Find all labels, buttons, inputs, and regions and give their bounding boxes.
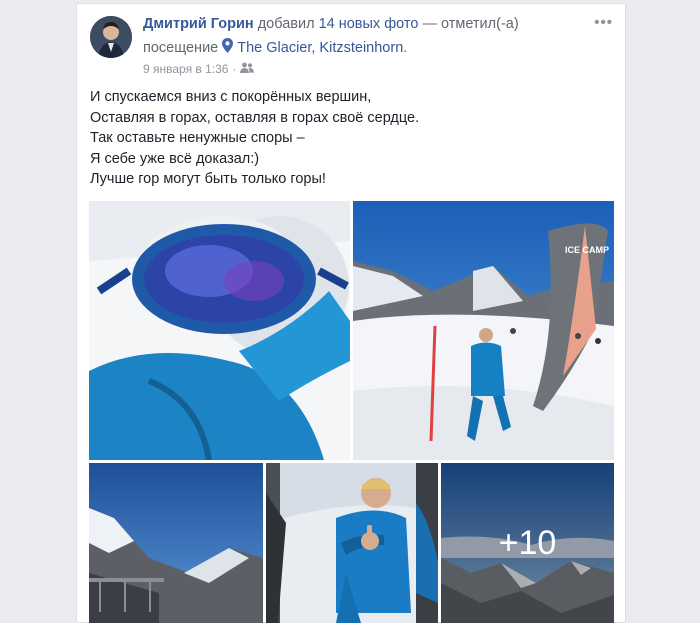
more-options-icon[interactable]: •••	[594, 14, 613, 31]
post-meta: 9 января в 1:36 ·	[143, 62, 255, 76]
action-prefix: добавил	[257, 16, 315, 32]
photo-skier-thumbs-up[interactable]	[266, 463, 438, 623]
photos-link[interactable]: 14 новых фото	[319, 16, 419, 32]
meta-separator: ·	[232, 62, 237, 76]
text-line: Лучше гор могут быть только горы!	[90, 171, 326, 188]
checkin-line: посещение The Glacier, Kitzsteinhorn .	[143, 38, 407, 57]
action-suffix: — отметил(-а)	[422, 16, 519, 32]
flag-text: ICE CAMP	[565, 245, 609, 255]
friends-icon[interactable]	[240, 62, 255, 76]
author-name[interactable]: Дмитрий Горин	[143, 16, 254, 32]
feed-post: Дмитрий Горин добавил 14 новых фото — от…	[76, 3, 626, 623]
text-line: Я себе уже всё доказал:)	[90, 150, 260, 167]
post-header: Дмитрий Горин добавил 14 новых фото — от…	[143, 16, 519, 32]
place-link[interactable]: The Glacier, Kitzsteinhorn	[237, 40, 403, 56]
text-line: И спускаемся вниз с покорённых вершин,	[90, 89, 372, 105]
timestamp[interactable]: 9 января в 1:36	[143, 62, 228, 76]
photo-ice-camp[interactable]: ICE CAMP	[353, 201, 614, 460]
place-end: .	[403, 39, 408, 56]
more-photos-overlay[interactable]: +10	[441, 463, 614, 623]
text-line: Так оставьте ненужные споры –	[90, 130, 305, 147]
photo-mountain-viewpoint[interactable]	[89, 463, 263, 623]
post-text: И спускаемся вниз с покорённых вершин, О…	[90, 87, 610, 190]
visit-word: посещение	[143, 39, 219, 56]
photo-goggles-selfie[interactable]	[89, 201, 350, 460]
avatar[interactable]	[90, 16, 132, 58]
location-pin-icon	[222, 38, 234, 57]
photo-mountain-panorama[interactable]: +10	[441, 463, 614, 623]
text-line: Оставляя в горах, оставляя в горах своё …	[90, 109, 420, 126]
